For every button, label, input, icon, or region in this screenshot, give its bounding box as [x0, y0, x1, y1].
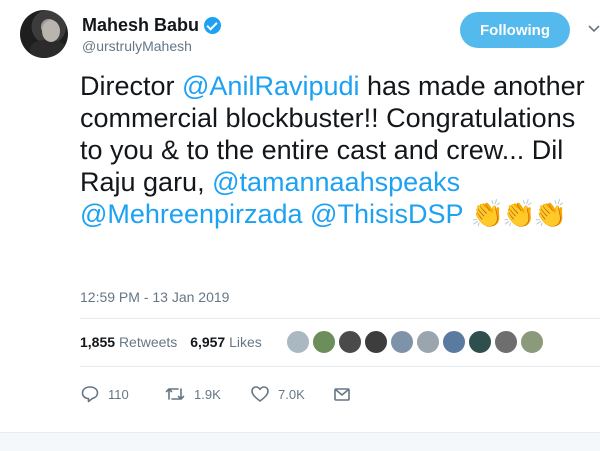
user-name-block[interactable]: Mahesh Babu @urstrulyMahesh	[82, 14, 222, 55]
reply-action[interactable]: 110	[80, 384, 129, 404]
retweets-label[interactable]: Retweets	[119, 334, 177, 350]
display-name[interactable]: Mahesh Babu	[82, 14, 222, 36]
liker-avatar[interactable]	[494, 330, 518, 354]
tweet-text-part: Director	[80, 71, 183, 101]
verified-badge-icon	[204, 17, 222, 34]
tweet-timestamp[interactable]: 12:59 PM - 13 Jan 2019	[80, 289, 229, 305]
retweets-count[interactable]: 1,855	[80, 334, 115, 350]
retweet-count: 1.9K	[194, 386, 221, 402]
liker-avatar[interactable]	[468, 330, 492, 354]
reply-count: 110	[108, 386, 129, 402]
clapping-hands-icon: 👏👏👏	[470, 199, 568, 229]
heart-icon[interactable]	[250, 384, 270, 404]
retweet-icon[interactable]	[164, 384, 186, 404]
retweet-action[interactable]: 1.9K	[164, 384, 221, 404]
liker-avatar[interactable]	[442, 330, 466, 354]
liker-avatar[interactable]	[312, 330, 336, 354]
liker-avatar[interactable]	[338, 330, 362, 354]
message-action[interactable]	[332, 384, 352, 404]
mention-link[interactable]: @ThisisDSP	[310, 199, 463, 229]
envelope-icon[interactable]	[332, 384, 352, 404]
divider	[80, 318, 600, 319]
following-button[interactable]: Following	[460, 12, 570, 48]
liker-avatar[interactable]	[390, 330, 414, 354]
tweet-stats: 1,855 Retweets 6,957 Likes	[80, 334, 262, 350]
chevron-down-icon[interactable]	[588, 20, 600, 36]
avatar-face	[42, 20, 60, 42]
like-action[interactable]: 7.0K	[250, 384, 305, 404]
display-name-text[interactable]: Mahesh Babu	[82, 15, 199, 35]
reply-icon[interactable]	[80, 384, 100, 404]
user-handle[interactable]: @urstrulyMahesh	[82, 37, 221, 55]
liker-avatar[interactable]	[520, 330, 544, 354]
liker-avatar[interactable]	[364, 330, 388, 354]
tweet-text: Director @AnilRavipudi has made another …	[80, 70, 590, 230]
divider	[80, 366, 600, 367]
retweets-stat[interactable]: 1,855 Retweets	[80, 334, 177, 350]
avatar[interactable]	[20, 10, 68, 58]
mention-link[interactable]: @Mehreenpirzada	[80, 199, 303, 229]
avatar-figure	[30, 40, 66, 58]
tweet-header: Mahesh Babu @urstrulyMahesh Following	[20, 10, 600, 60]
likes-stat[interactable]: 6,957 Likes	[190, 334, 262, 350]
likes-count[interactable]: 6,957	[190, 334, 225, 350]
like-count: 7.0K	[278, 386, 305, 402]
footer-bar	[0, 432, 600, 451]
liker-avatar[interactable]	[416, 330, 440, 354]
mention-link[interactable]: @AnilRavipudi	[182, 71, 360, 101]
likes-label[interactable]: Likes	[229, 334, 262, 350]
mention-link[interactable]: @tamannaahspeaks	[212, 167, 460, 197]
liker-avatar[interactable]	[286, 330, 310, 354]
